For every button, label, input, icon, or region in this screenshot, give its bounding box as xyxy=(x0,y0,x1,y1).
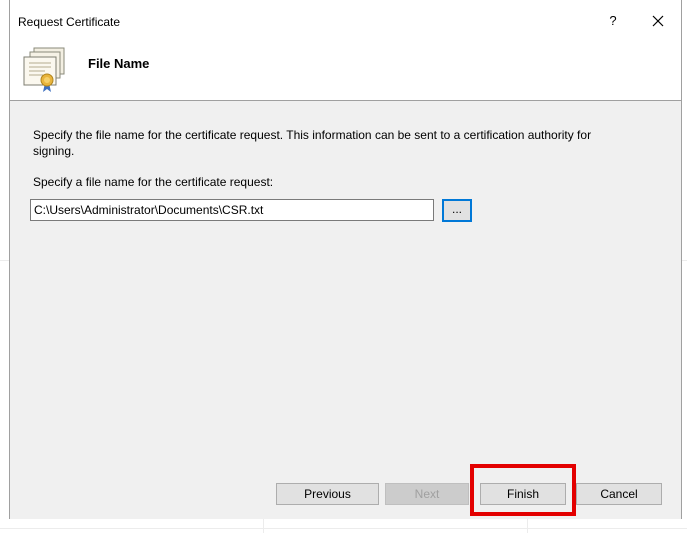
file-name-input[interactable] xyxy=(30,199,434,221)
wizard-content: Specify the file name for the certificat… xyxy=(10,101,681,476)
title-bar[interactable]: Request Certificate ? xyxy=(10,0,681,42)
browse-button[interactable]: ... xyxy=(442,199,472,222)
finish-highlight-box xyxy=(470,464,576,516)
close-icon xyxy=(652,15,664,27)
page-title: File Name xyxy=(88,56,150,71)
previous-button[interactable]: Previous xyxy=(276,483,379,505)
certificate-icon xyxy=(23,47,65,92)
wizard-footer: Previous Next Finish Cancel xyxy=(10,476,681,519)
window-title: Request Certificate xyxy=(18,15,121,29)
help-button[interactable]: ? xyxy=(606,13,620,29)
file-name-label: Specify a file name for the certificate … xyxy=(33,175,274,189)
request-certificate-dialog: Request Certificate ? File Name Specify … xyxy=(9,0,682,519)
description-text: Specify the file name for the certificat… xyxy=(33,128,592,158)
next-button[interactable]: Next xyxy=(385,483,469,505)
cancel-button[interactable]: Cancel xyxy=(576,483,662,505)
wizard-header: File Name xyxy=(10,42,681,101)
close-button[interactable] xyxy=(647,11,669,31)
